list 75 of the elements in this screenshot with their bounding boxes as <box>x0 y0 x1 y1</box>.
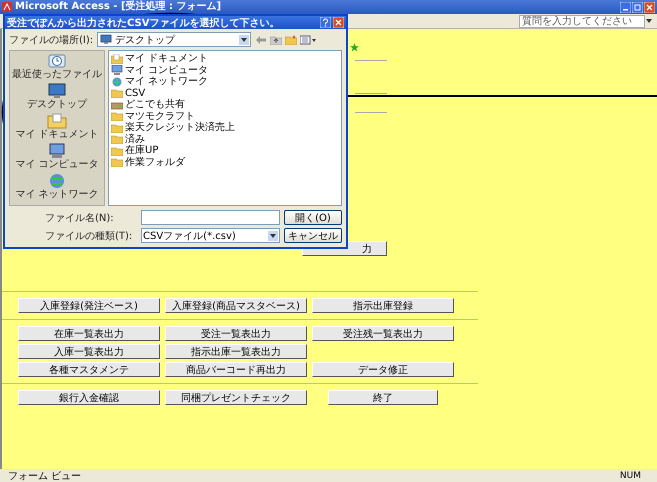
monitor-icon <box>99 34 114 45</box>
form-button[interactable]: 入庫登録(発注ベース) <box>18 298 160 313</box>
help-icon <box>320 17 331 28</box>
folder-icon <box>111 146 123 156</box>
form-button[interactable]: 指示出庫登録 <box>312 298 454 313</box>
form-button[interactable]: 入庫一覧表出力 <box>18 344 160 359</box>
place-label: マイ ドキュメント <box>15 129 99 140</box>
folder-icon <box>111 134 123 144</box>
dropdown-arrow-icon <box>268 230 278 240</box>
places-bar-item[interactable]: マイ ネットワーク <box>11 173 103 200</box>
computer-icon <box>111 65 123 76</box>
network-icon <box>111 76 123 87</box>
star-icon <box>350 43 359 52</box>
file-name-field[interactable] <box>141 210 280 225</box>
look-in-dropdown[interactable]: デスクトップ <box>97 32 252 47</box>
cancel-button[interactable]: キャンセル <box>284 228 342 243</box>
form-button[interactable]: 入庫登録(商品マスタベース) <box>165 298 307 313</box>
minimize-icon <box>620 2 631 12</box>
folder-icon <box>111 88 123 98</box>
status-text: フォーム ビュー <box>8 470 82 482</box>
folder-icon <box>111 157 123 168</box>
form-button[interactable]: 受注一覧表出力 <box>165 326 307 341</box>
form-button[interactable]: データ修正 <box>312 362 454 377</box>
file-list-item[interactable]: 在庫UP <box>111 145 339 156</box>
form-button[interactable]: 商品バーコード再出力 <box>165 362 307 377</box>
monitor-icon <box>46 83 68 99</box>
file-list-item[interactable]: マイ ネットワーク <box>111 76 339 88</box>
dropdown-arrow-icon <box>239 34 250 44</box>
dialog-title: 受注でぽんから出力されたCSVファイルを選択して下さい。 <box>7 16 280 30</box>
back-arrow-icon <box>255 34 268 44</box>
num-lock-indicator: NUM <box>620 470 641 480</box>
file-name-label: ファイル名(N): <box>45 212 115 224</box>
file-type-dropdown[interactable]: CSVファイル(*.csv) <box>141 228 280 243</box>
folder-icon <box>46 113 68 129</box>
file-list-item[interactable]: マイ コンピュータ <box>111 64 339 76</box>
form-button[interactable]: 同梱プレゼントチェック <box>165 390 307 405</box>
file-list-item[interactable]: どこでも共有 <box>111 99 339 110</box>
open-button[interactable]: 開く(O) <box>284 210 342 225</box>
form-button[interactable]: 終了 <box>328 390 438 405</box>
form-button[interactable]: 銀行入金確認 <box>18 390 160 405</box>
place-label: デスクトップ <box>27 99 87 110</box>
restore-icon <box>632 2 643 12</box>
views-menu-icon <box>300 34 316 44</box>
file-list-item[interactable]: 作業フォルダ <box>111 156 339 168</box>
close-icon <box>333 17 344 28</box>
help-search-field[interactable]: 質問を入力してください <box>519 14 645 28</box>
form-button[interactable]: 各種マスタメンテ <box>18 362 160 377</box>
drive-icon <box>111 100 123 110</box>
places-bar-item[interactable]: 最近使ったファイル <box>11 53 103 80</box>
dropdown-arrow-icon <box>645 17 653 25</box>
up-folder-icon <box>270 34 282 44</box>
folder-icon <box>111 122 123 133</box>
close-icon <box>644 2 655 12</box>
places-bar-item[interactable]: マイ ドキュメント <box>11 113 103 140</box>
folder-icon <box>111 111 123 122</box>
app-icon <box>2 2 12 12</box>
place-label: マイ コンピュータ <box>15 159 99 170</box>
documents-folder-icon <box>111 54 123 64</box>
file-list-item[interactable]: 楽天クレジット決済売上 <box>111 122 339 134</box>
form-button[interactable]: 受注残一覧表出力 <box>312 326 454 341</box>
place-label: 最近使ったファイル <box>12 69 102 80</box>
clock-icon <box>46 53 68 69</box>
file-list-item[interactable]: マイ ドキュメント <box>111 53 339 64</box>
file-list-item[interactable]: マツモクラフト <box>111 110 339 122</box>
place-label: マイ ネットワーク <box>15 189 99 200</box>
new-folder-icon <box>285 34 298 44</box>
file-list-item[interactable]: 済み <box>111 134 339 145</box>
look-in-label: ファイルの場所(I): <box>9 34 94 46</box>
form-button[interactable]: 指示出庫一覧表出力 <box>165 344 307 359</box>
places-bar-item[interactable]: マイ コンピュータ <box>11 143 103 170</box>
window-title: Microsoft Access - [受注処理 : フォーム] <box>15 0 222 14</box>
file-list-item[interactable]: CSV <box>111 88 339 99</box>
file-type-label: ファイルの種類(T): <box>45 230 134 242</box>
places-bar-item[interactable]: デスクトップ <box>11 83 103 110</box>
form-button[interactable]: 在庫一覧表出力 <box>18 326 160 341</box>
